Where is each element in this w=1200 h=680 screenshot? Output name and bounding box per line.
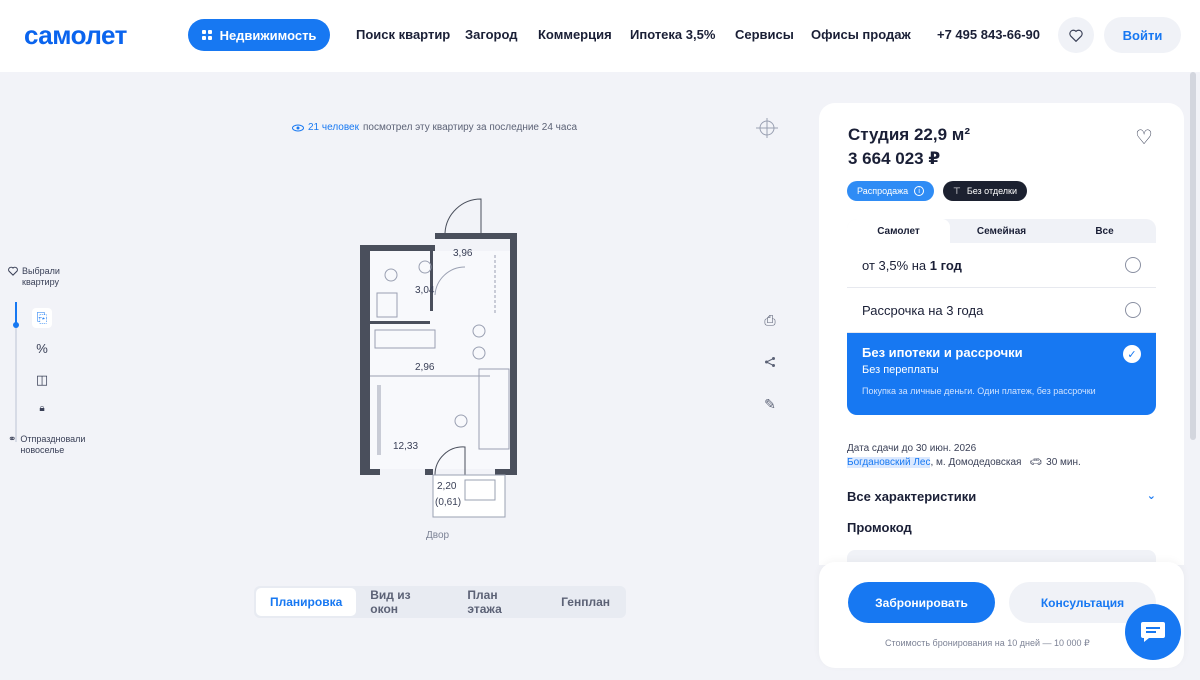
tab-family[interactable]: Семейная bbox=[950, 219, 1053, 243]
location-info: Богдановский Лес, м. Домодедовская 🚗︎ 30… bbox=[847, 457, 1081, 468]
nav-commercial[interactable]: Коммерция bbox=[538, 27, 612, 42]
progress-rail: Выбрали квартиру ⎘ % ◫ 🔒︎ ⚭ Отпраздновал… bbox=[8, 266, 108, 455]
book-button[interactable]: Забронировать bbox=[848, 582, 995, 623]
apartment-price: 3 664 023 ₽ bbox=[848, 149, 941, 168]
nav-apartment-search[interactable]: Поиск квартир bbox=[356, 27, 450, 42]
chat-button[interactable] bbox=[1125, 604, 1181, 660]
option-installment[interactable]: Рассрочка на 3 года bbox=[847, 288, 1156, 333]
party-icon: ⚭ bbox=[8, 434, 17, 445]
edit-icon[interactable]: ✎ bbox=[760, 394, 780, 414]
nav-services[interactable]: Сервисы bbox=[735, 27, 794, 42]
tab-window-view[interactable]: Вид из окон bbox=[356, 588, 453, 616]
rail-lock-icon[interactable]: 🔒︎ bbox=[32, 398, 52, 418]
apartment-title: Студия 22,9 м² bbox=[848, 125, 970, 144]
all-characteristics-toggle[interactable]: Все характеристики ⌄ bbox=[847, 489, 1156, 504]
floor-plan: 3,96 3,04 2,96 12,33 2,20 (0,61) bbox=[360, 198, 517, 518]
completion-date: Дата сдачи до 30 июн. 2026 bbox=[847, 443, 977, 454]
wall-top-right bbox=[435, 233, 517, 239]
scrollbar[interactable] bbox=[1190, 72, 1196, 440]
nav-mortgage[interactable]: Ипотека 3,5% bbox=[630, 27, 715, 42]
booking-note: Стоимость бронирования на 10 дней — 10 0… bbox=[885, 638, 1090, 648]
room-area-hall: 3,96 bbox=[453, 248, 473, 259]
paint-roller-icon: ⊤ bbox=[953, 185, 961, 196]
plan-view-tabs: Планировка Вид из окон План этажа Генпла… bbox=[254, 586, 626, 618]
wall-top bbox=[360, 245, 435, 251]
info-icon: i bbox=[914, 186, 925, 196]
tab-master-plan[interactable]: Генплан bbox=[547, 588, 624, 616]
real-estate-label: Недвижимость bbox=[219, 27, 317, 43]
yard-label: Двор bbox=[426, 530, 450, 541]
rail-plan-icon[interactable]: ⎘ bbox=[32, 308, 52, 328]
finishing-badge: ⊤ Без отделки bbox=[943, 181, 1027, 201]
apartment-card: Студия 22,9 м² 3 664 023 ₽ ♡ Распродажа … bbox=[819, 103, 1184, 565]
rail-bottom-label: ⚭ Отпраздновали новоселье bbox=[8, 434, 86, 455]
tab-layout[interactable]: Планировка bbox=[256, 588, 357, 616]
views-note: 21 человек посмотрел эту квартиру за пос… bbox=[292, 122, 577, 133]
chat-icon bbox=[1141, 622, 1165, 642]
rail-top-label: Выбрали квартиру bbox=[8, 266, 108, 288]
rail-percent-icon[interactable]: % bbox=[32, 338, 52, 358]
promo-label: Промокод bbox=[847, 520, 912, 535]
room-area-balcony: 2,20 bbox=[437, 481, 457, 492]
room-area-living: 12,33 bbox=[393, 441, 418, 452]
rail-door-icon[interactable]: ◫ bbox=[32, 370, 52, 390]
favorites-button[interactable] bbox=[1058, 17, 1094, 53]
share-icon[interactable] bbox=[760, 352, 780, 372]
complex-link[interactable]: Богдановский Лес bbox=[847, 457, 931, 468]
room-area-balcony-reduced: (0,61) bbox=[435, 497, 461, 508]
room-area-bathroom: 3,04 bbox=[415, 285, 435, 296]
chevron-down-icon: ⌄ bbox=[1146, 490, 1156, 502]
tab-all[interactable]: Все bbox=[1053, 219, 1156, 243]
radio-mortgage[interactable] bbox=[1125, 257, 1141, 273]
entrance-door bbox=[444, 198, 482, 234]
sale-badge[interactable]: Распродажа i bbox=[847, 181, 935, 201]
nav-country[interactable]: Загород bbox=[465, 27, 518, 42]
compass-icon bbox=[748, 118, 788, 140]
print-icon[interactable]: ⎙ bbox=[760, 310, 780, 330]
wall-left bbox=[360, 245, 370, 475]
wall-right bbox=[510, 233, 517, 475]
payment-options: Самолет Семейная Все от 3,5% на 1 год Ра… bbox=[847, 219, 1156, 415]
eye-icon bbox=[292, 124, 304, 131]
real-estate-button[interactable]: Недвижимость bbox=[188, 19, 330, 51]
heart-icon[interactable]: ♡ bbox=[1135, 125, 1153, 150]
option-full-payment[interactable]: Без ипотеки и рассрочки Без переплаты По… bbox=[847, 333, 1156, 415]
check-icon[interactable]: ✓ bbox=[1123, 345, 1141, 363]
tab-samolet[interactable]: Самолет bbox=[847, 219, 950, 243]
nav-sales-offices[interactable]: Офисы продаж bbox=[811, 27, 911, 42]
rail-current-dot bbox=[13, 322, 19, 328]
phone-number[interactable]: +7 495 843-66-90 bbox=[937, 27, 1040, 42]
payment-tabs: Самолет Семейная Все bbox=[847, 219, 1156, 243]
header: самолет Недвижимость Поиск квартир Загор… bbox=[0, 0, 1200, 72]
heart-icon bbox=[1069, 29, 1083, 42]
tab-floor-plan[interactable]: План этажа bbox=[453, 588, 547, 616]
heart-icon bbox=[8, 266, 18, 276]
logo[interactable]: самолет bbox=[24, 20, 127, 51]
grid-icon bbox=[201, 30, 212, 40]
room-area-kitchen: 2,96 bbox=[415, 362, 435, 373]
login-button[interactable]: Войти bbox=[1104, 17, 1181, 53]
car-icon: 🚗︎ bbox=[1029, 457, 1043, 468]
radio-installment[interactable] bbox=[1125, 302, 1141, 318]
option-mortgage[interactable]: от 3,5% на 1 год bbox=[847, 243, 1156, 288]
